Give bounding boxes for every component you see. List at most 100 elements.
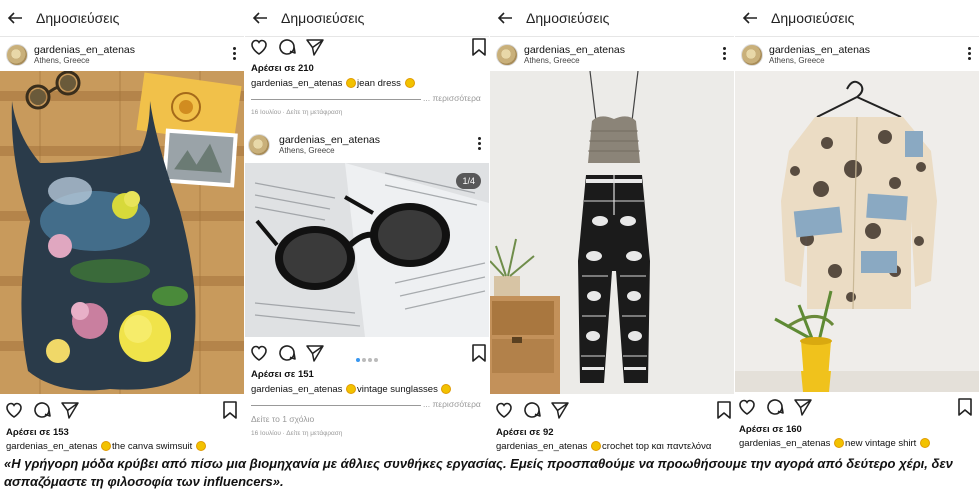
more-icon[interactable] [723,47,726,62]
share-icon[interactable] [305,37,325,57]
location[interactable]: Athens, Greece [34,56,90,65]
sunflower-emoji-icon [347,79,356,88]
carousel-dots [355,350,379,368]
page-title: Δημοσιεύσεις [36,10,120,26]
likes-count[interactable]: Αρέσει σε 92 [496,427,554,438]
comment-icon[interactable] [32,400,52,420]
post-panel-2: Δημοσιεύσεις Αρέσει σε 210 gardenias_en_… [245,0,491,452]
more-link[interactable]: ... περισσότερα [423,93,481,103]
username[interactable]: gardenias_en_atenas [279,134,380,146]
sunflower-emoji-icon [102,442,111,451]
likes-count[interactable]: Αρέσει σε 151 [251,369,314,380]
username[interactable]: gardenias_en_atenas [769,44,870,56]
caption-username[interactable]: gardenias_en_atenas [251,384,342,395]
caption-username[interactable]: gardenias_en_atenas [496,441,587,452]
avatar[interactable] [6,44,28,66]
prev-caption: gardenias_en_atenas jean dress [251,78,416,89]
back-arrow-icon[interactable] [496,9,514,27]
post-header: gardenias_en_atenas Athens, Greece [0,37,244,71]
quote-caption: «Η γρήγορη μόδα κρύβει από πίσω μια βιομ… [4,456,953,489]
prev-likes-count[interactable]: Αρέσει σε 210 [251,63,314,74]
sunflower-emoji-icon [442,385,451,394]
location[interactable]: Athens, Greece [524,56,580,65]
username[interactable]: gardenias_en_atenas [34,44,135,56]
avatar[interactable] [496,44,518,66]
heart-icon[interactable] [737,397,757,417]
page-title: Δημοσιεύσεις [281,10,365,26]
avatar[interactable] [741,44,763,66]
sunflower-emoji-icon [835,439,844,448]
caption: gardenias_en_atenas crochet top και παντ… [496,441,711,452]
caption: gardenias_en_atenas new vintage shirt [739,438,931,449]
bookmark-icon[interactable] [955,397,975,417]
heart-icon[interactable] [249,343,269,363]
post-image[interactable] [0,71,244,394]
share-icon[interactable] [60,400,80,420]
back-arrow-icon[interactable] [6,9,24,27]
caption-text: vintage sunglasses [357,384,438,395]
post-actions [490,400,734,422]
location[interactable]: Athens, Greece [279,146,335,155]
sunflower-emoji-icon [196,442,205,451]
back-arrow-icon[interactable] [741,9,759,27]
comment-icon[interactable] [522,400,542,420]
bookmark-icon[interactable] [220,400,240,420]
post-header: gardenias_en_atenas Athens, Greece [245,127,489,161]
comment-icon[interactable] [277,37,297,57]
divider [251,405,421,406]
more-icon[interactable] [478,137,481,152]
prev-post-actions [245,37,489,59]
post-panel-1: Δημοσιεύσεις gardenias_en_atenas Athens,… [0,0,246,452]
bookmark-icon[interactable] [469,343,489,363]
post-actions [735,397,979,419]
comment-icon[interactable] [765,397,785,417]
top-bar: Δημοσιεύσεις [245,0,489,37]
sunflower-emoji-icon [592,442,601,451]
sunflower-emoji-icon [347,385,356,394]
caption-username[interactable]: gardenias_en_atenas [739,438,830,449]
back-arrow-icon[interactable] [251,9,269,27]
page-title: Δημοσιεύσεις [771,10,855,26]
page-title: Δημοσιεύσεις [526,10,610,26]
likes-count[interactable]: Αρέσει σε 153 [6,427,69,438]
post-header: gardenias_en_atenas Athens, Greece [735,37,979,71]
share-icon[interactable] [305,343,325,363]
likes-count[interactable]: Αρέσει σε 160 [739,424,802,435]
caption: gardenias_en_atenas vintage sunglasses [251,384,452,395]
heart-icon[interactable] [4,400,24,420]
view-comments-link[interactable]: Δείτε το 1 σχόλιο [251,414,314,424]
heart-icon[interactable] [494,400,514,420]
more-icon[interactable] [233,47,236,62]
top-bar: Δημοσιεύσεις [490,0,734,37]
post-image[interactable]: 1/4 [245,163,489,337]
username[interactable]: gardenias_en_atenas [524,44,625,56]
share-icon[interactable] [793,397,813,417]
caption-text: new vintage shirt [845,438,917,449]
more-link[interactable]: ... περισσότερα [423,399,481,409]
caption-text: the canva swimsuit [112,441,193,452]
sunflower-emoji-icon [405,79,414,88]
share-icon[interactable] [550,400,570,420]
post-image[interactable] [490,71,734,394]
caption-text: crochet top και παντελόνα [602,441,712,452]
post-date[interactable]: 16 Ιουλίου · Δείτε τη μετάφραση [251,430,342,437]
post-date[interactable]: 16 Ιουλίου · Δείτε τη μετάφραση [251,109,342,116]
top-bar: Δημοσιεύσεις [0,0,244,37]
caption-username[interactable]: gardenias_en_atenas [6,441,97,452]
location[interactable]: Athens, Greece [769,56,825,65]
carousel-counter: 1/4 [456,173,481,189]
sunflower-emoji-icon [920,439,929,448]
comment-icon[interactable] [277,343,297,363]
post-panel-3: Δημοσιεύσεις gardenias_en_atenas Athens,… [490,0,736,452]
post-image[interactable] [735,71,979,392]
divider [251,99,421,100]
post-header: gardenias_en_atenas Athens, Greece [490,37,734,71]
post-actions [0,400,244,422]
bookmark-icon[interactable] [469,37,489,57]
post-panel-4: Δημοσιεύσεις gardenias_en_atenas Athens,… [735,0,980,452]
bookmark-icon[interactable] [714,400,734,420]
more-icon[interactable] [968,47,971,62]
heart-icon[interactable] [249,37,269,57]
avatar[interactable] [248,134,270,156]
caption-username[interactable]: gardenias_en_atenas [251,78,342,89]
